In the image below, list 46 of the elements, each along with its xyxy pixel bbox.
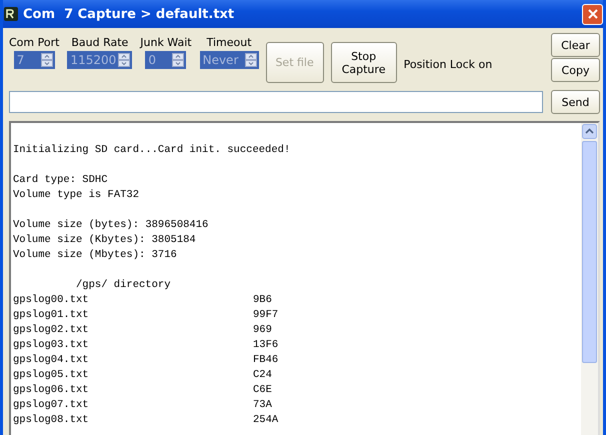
send-input-field[interactable]: [9, 91, 543, 113]
side-button[interactable]: Clear: [551, 33, 600, 57]
file-size: C24: [253, 369, 272, 381]
log-line: Card type: SDHC: [13, 174, 108, 186]
file-size: C6E: [253, 384, 272, 396]
file-name: gpslog04.txt: [13, 353, 90, 368]
file-name: gpslog08.txt: [13, 413, 90, 428]
setting-label: Baud Rate: [71, 36, 128, 49]
action-button[interactable]: Stop Capture: [330, 42, 397, 83]
close-button[interactable]: [582, 4, 603, 24]
side-button[interactable]: Copy: [551, 58, 600, 82]
file-size: 9B6: [253, 294, 272, 306]
spin-arrows-icon: [40, 53, 53, 67]
window-title: Com 7 Capture > default.txt: [23, 6, 236, 22]
spin-arrows-icon: [118, 53, 130, 67]
log-line: Volume size (Kbytes): 3805184: [13, 234, 196, 246]
setting-label: Junk Wait: [140, 36, 192, 49]
send-button[interactable]: Send: [551, 90, 600, 114]
file-name: gpslog05.txt: [13, 368, 90, 383]
file-size: 73A: [253, 399, 272, 411]
file-size: 13F6: [253, 339, 278, 351]
file-name: gpslog01.txt: [13, 308, 90, 323]
spin-arrows-icon: [172, 53, 184, 67]
vertical-scrollbar[interactable]: [581, 123, 598, 435]
file-name: gpslog03.txt: [13, 338, 90, 353]
file-size: 99F7: [253, 309, 278, 321]
close-icon: [586, 8, 598, 20]
file-name: gpslog02.txt: [13, 323, 90, 338]
file-name: gpslog00.txt: [13, 293, 90, 308]
status-text: Position Lock on: [404, 58, 492, 71]
log-line: Volume size (bytes): 3896508416: [13, 219, 208, 231]
scroll-up-icon[interactable]: [582, 124, 597, 139]
log-heading: /gps/ directory: [75, 279, 171, 291]
setting-label: Timeout: [206, 36, 252, 49]
log-line: Volume size (Mbytes): 3716: [13, 249, 177, 261]
file-name: gpslog06.txt: [13, 383, 90, 398]
file-name: gpslog07.txt: [13, 398, 90, 413]
log-line: Volume type is FAT32: [13, 189, 140, 201]
scroll-thumb[interactable]: [582, 141, 597, 363]
setting-label: Com Port: [9, 36, 60, 49]
file-size: 969: [253, 324, 272, 336]
spin-arrows-icon: [244, 53, 257, 67]
file-size: 254A: [253, 414, 278, 426]
log-line: Initializing SD card...Card init. succeeded!: [13, 144, 290, 156]
app-icon: [4, 7, 18, 21]
file-size: FB46: [253, 354, 278, 366]
